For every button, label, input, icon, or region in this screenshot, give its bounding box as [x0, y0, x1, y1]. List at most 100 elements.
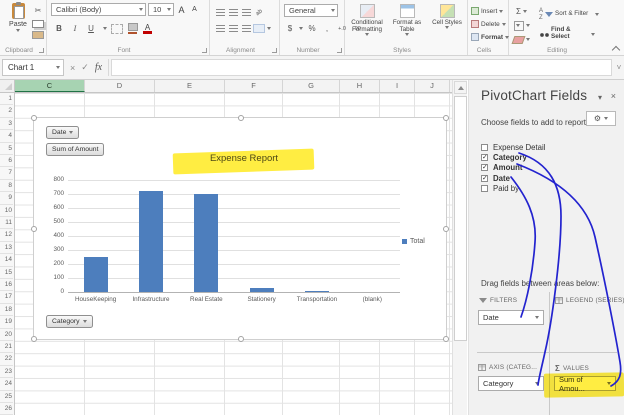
chart-legend[interactable]: Total — [402, 238, 425, 245]
row-header-6[interactable]: 6 — [0, 155, 13, 168]
chart-handle[interactable] — [238, 336, 244, 342]
bar-real-estate[interactable] — [194, 194, 219, 292]
copy-button[interactable] — [32, 20, 44, 28]
row-header-25[interactable]: 25 — [0, 391, 13, 403]
expand-formula-bar-icon[interactable]: ˅ — [614, 63, 624, 72]
row-header-11[interactable]: 11 — [0, 217, 13, 230]
row-header-18[interactable]: 18 — [0, 304, 13, 317]
align-left-icon[interactable] — [216, 25, 225, 32]
row-header-16[interactable]: 16 — [0, 279, 13, 292]
column-header-C[interactable]: C — [15, 80, 85, 92]
row-header-8[interactable]: 8 — [0, 180, 13, 193]
font-color-button[interactable]: A — [142, 22, 153, 35]
clipboard-dialog-launcher-icon[interactable] — [39, 48, 44, 53]
row-header-19[interactable]: 19 — [0, 316, 13, 329]
number-format-combo[interactable]: General — [284, 4, 338, 17]
sort-filter-button[interactable]: AZ Sort & Filter — [539, 8, 600, 21]
checkbox-checked-icon[interactable]: ✓ — [481, 153, 488, 161]
cut-button[interactable]: ✂ — [32, 4, 44, 17]
insert-function-icon[interactable]: fx — [95, 62, 102, 73]
align-top-icon[interactable] — [216, 9, 225, 16]
find-select-button[interactable]: Find & Select — [539, 26, 599, 41]
collapse-ribbon-icon[interactable] — [613, 45, 619, 51]
borders-button[interactable] — [111, 23, 123, 34]
bar-infrastructure[interactable] — [138, 191, 163, 292]
checkbox-unchecked-icon[interactable] — [481, 184, 488, 192]
field-item-category[interactable]: ✓ Category — [481, 152, 616, 162]
font-name-combo[interactable]: Calibri (Body) — [51, 3, 146, 16]
comma-style-button[interactable]: , — [321, 22, 333, 35]
chart-category-field-button[interactable]: Category — [46, 315, 93, 328]
bar-housekeeping[interactable] — [83, 257, 108, 292]
font-size-combo[interactable]: 10 — [148, 3, 174, 16]
checkbox-unchecked-icon[interactable] — [481, 143, 488, 151]
format-cells-button[interactable]: Format — [471, 31, 510, 43]
underline-button[interactable]: U — [85, 22, 97, 35]
autosum-button[interactable]: Σ — [513, 5, 530, 18]
chart-handle[interactable] — [31, 336, 37, 342]
bar-transportation[interactable] — [304, 290, 329, 292]
row-header-5[interactable]: 5 — [0, 143, 13, 155]
chart-value-field-button[interactable]: Sum of Amount — [46, 143, 105, 156]
bold-button[interactable]: B — [53, 22, 65, 35]
format-as-table-button[interactable]: Format as Table — [387, 4, 427, 37]
name-box[interactable]: Chart 1 — [2, 59, 64, 76]
column-header-E[interactable]: E — [155, 80, 225, 92]
row-header-24[interactable]: 24 — [0, 378, 13, 391]
clear-button[interactable] — [511, 33, 530, 46]
chart-date-field-button[interactable]: Date — [46, 126, 80, 139]
paste-button[interactable]: Paste — [4, 1, 32, 51]
pane-close-icon[interactable]: × — [611, 91, 616, 101]
vertical-scrollbar[interactable] — [452, 80, 467, 415]
chart-handle[interactable] — [238, 115, 244, 121]
name-box-dropdown-icon[interactable] — [56, 66, 60, 69]
orientation-button[interactable]: ab — [250, 4, 268, 22]
grow-font-button[interactable]: A — [176, 3, 187, 16]
insert-cells-button[interactable]: Insert — [471, 5, 509, 17]
pane-options-dropdown-icon[interactable]: ▾ — [598, 93, 602, 102]
accounting-format-button[interactable]: $ — [284, 22, 296, 35]
format-painter-button[interactable] — [32, 31, 44, 39]
row-header-23[interactable]: 23 — [0, 366, 13, 379]
row-header-10[interactable]: 10 — [0, 205, 13, 217]
chart-handle[interactable] — [443, 115, 449, 121]
row-header-22[interactable]: 22 — [0, 353, 13, 366]
scrollbar-thumb[interactable] — [454, 96, 467, 341]
cell-styles-button[interactable]: Cell Styles — [427, 4, 467, 36]
row-header-15[interactable]: 15 — [0, 267, 13, 279]
conditional-formatting-button[interactable]: Conditional Formatting — [347, 4, 387, 37]
column-header-I[interactable]: I — [380, 80, 415, 92]
row-header-20[interactable]: 20 — [0, 329, 13, 341]
enter-icon[interactable]: ✓ — [81, 62, 89, 73]
fill-button[interactable] — [513, 19, 530, 32]
row-header-26[interactable]: 26 — [0, 403, 13, 415]
checkbox-checked-icon[interactable]: ✓ — [481, 174, 488, 182]
row-header-13[interactable]: 13 — [0, 242, 13, 255]
tools-button[interactable]: ⚙ — [586, 111, 616, 126]
field-item-amount[interactable]: ✓ Amount — [481, 163, 616, 173]
select-all-corner[interactable] — [0, 80, 15, 93]
bar-stationery[interactable] — [249, 287, 274, 292]
scroll-up-icon[interactable] — [454, 81, 467, 94]
column-header-J[interactable]: J — [415, 80, 450, 92]
row-header-14[interactable]: 14 — [0, 254, 13, 267]
axis-field-category[interactable]: Category — [478, 376, 544, 391]
row-header-3[interactable]: 3 — [0, 118, 13, 131]
chart-handle[interactable] — [443, 226, 449, 232]
percent-style-button[interactable]: % — [306, 22, 318, 35]
cancel-icon[interactable]: × — [70, 63, 75, 73]
field-item-date[interactable]: ✓ Date — [481, 173, 616, 183]
checkbox-checked-icon[interactable]: ✓ — [481, 164, 488, 172]
italic-button[interactable]: I — [69, 22, 81, 35]
field-item-expense-detail[interactable]: Expense Detail — [481, 142, 616, 152]
formula-input[interactable] — [111, 59, 612, 76]
alignment-dialog-launcher-icon[interactable] — [272, 48, 277, 53]
column-header-F[interactable]: F — [225, 80, 283, 92]
chart-handle[interactable] — [31, 115, 37, 121]
chart-handle[interactable] — [443, 336, 449, 342]
underline-dropdown-icon[interactable] — [103, 27, 107, 30]
shrink-font-button[interactable]: A — [189, 3, 200, 16]
column-header-D[interactable]: D — [85, 80, 155, 92]
merge-center-button[interactable] — [253, 24, 265, 33]
font-dialog-launcher-icon[interactable] — [202, 48, 207, 53]
